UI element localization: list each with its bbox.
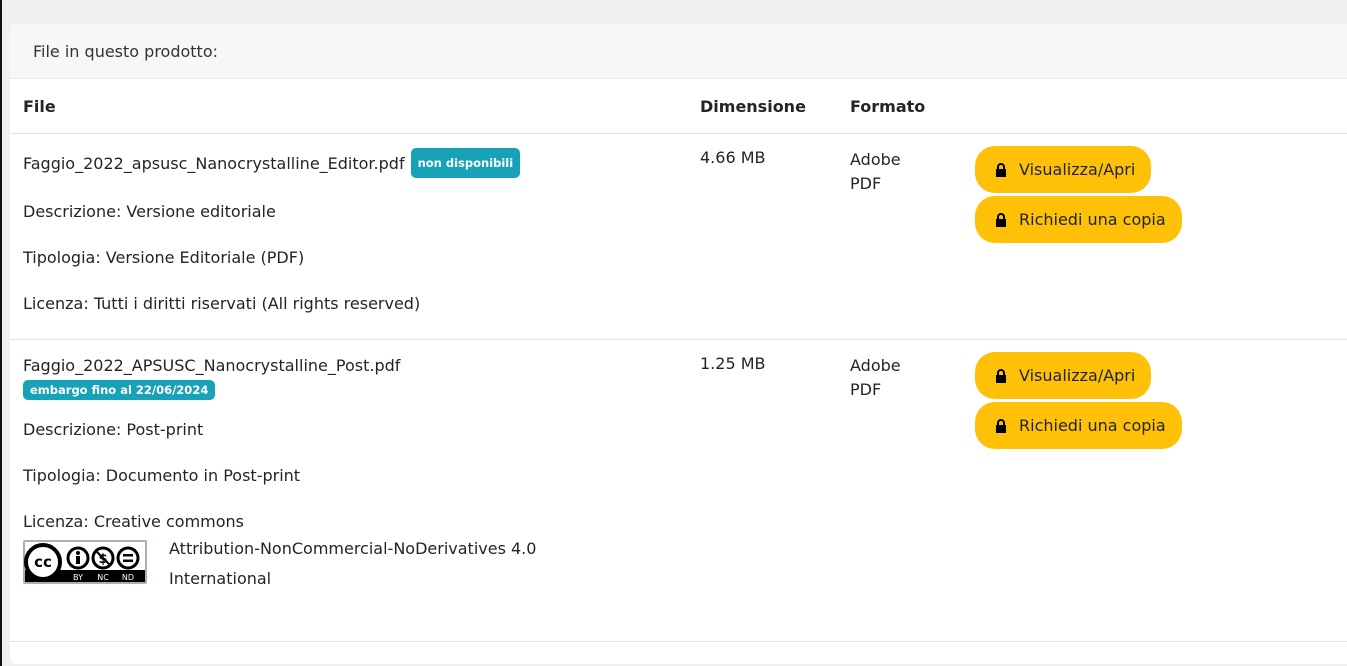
svg-text:cc: cc <box>34 553 52 571</box>
status-badge: embargo fino al 22/06/2024 <box>23 380 216 400</box>
format-cell: Adobe PDF <box>850 133 975 340</box>
file-license: Licenza: Tutti i diritti riservati (All … <box>23 294 421 313</box>
cc-license: cc $ BY NC ND Attribution-NonCommercial-… <box>23 534 700 594</box>
request-copy-label: Richiedi una copia <box>1019 210 1166 229</box>
format-cell: Adobe PDF <box>850 339 975 642</box>
cc-by-nc-nd-icon[interactable]: cc $ BY NC ND <box>23 540 147 584</box>
size-cell: 1.25 MB <box>700 339 850 642</box>
panel-header-text: File in questo prodotto: <box>33 41 218 61</box>
view-open-label: Visualizza/Apri <box>1019 160 1136 179</box>
request-copy-button[interactable]: Richiedi una copia <box>975 196 1182 243</box>
file-name: Faggio_2022_apsusc_Nanocrystalline_Edito… <box>23 154 405 173</box>
file-type: Tipologia: Documento in Post-print <box>23 466 301 485</box>
header-size: Dimensione <box>700 79 850 134</box>
file-cell: Faggio_2022_apsusc_Nanocrystalline_Edito… <box>10 133 700 340</box>
file-type: Tipologia: Versione Editoriale (PDF) <box>23 248 305 267</box>
file-cell: Faggio_2022_APSUSC_Nanocrystalline_Post.… <box>10 339 700 642</box>
format-line-2: PDF <box>850 380 882 399</box>
file-license: Licenza: Creative commons <box>23 512 245 531</box>
header-actions <box>975 79 1347 134</box>
actions-cell: Visualizza/Apri Richiedi una copia <box>975 133 1347 340</box>
lock-icon <box>996 212 1006 227</box>
file-name: Faggio_2022_APSUSC_Nanocrystalline_Post.… <box>23 356 401 375</box>
lock-icon <box>996 368 1006 383</box>
size-cell: 4.66 MB <box>700 133 850 340</box>
table-row: Faggio_2022_apsusc_Nanocrystalline_Edito… <box>10 133 1347 340</box>
cc-nc-label: NC <box>97 573 109 582</box>
view-open-label: Visualizza/Apri <box>1019 366 1136 385</box>
actions-cell: Visualizza/Apri Richiedi una copia <box>975 339 1347 642</box>
file-size: 1.25 MB <box>700 354 766 373</box>
request-copy-button[interactable]: Richiedi una copia <box>975 402 1182 449</box>
cc-nd-label: ND <box>122 573 134 582</box>
files-panel: File in questo prodotto: File Dimensione… <box>10 24 1347 664</box>
window-left-border <box>0 0 2 666</box>
file-description: Descrizione: Versione editoriale <box>23 202 276 221</box>
file-description: Descrizione: Post-print <box>23 420 204 439</box>
cc-license-link[interactable]: Attribution-NonCommercial-NoDerivatives … <box>169 534 536 594</box>
cc-by-label: BY <box>73 573 83 582</box>
format-line-1: Adobe <box>850 150 901 169</box>
table-header-row: File Dimensione Formato <box>10 79 1347 134</box>
header-format: Formato <box>850 79 975 134</box>
cc-license-line-1: Attribution-NonCommercial-NoDerivatives … <box>169 539 537 558</box>
format-line-1: Adobe <box>850 356 901 375</box>
status-badge: non disponibili <box>410 148 521 178</box>
view-open-button[interactable]: Visualizza/Apri <box>975 352 1152 399</box>
file-name-line: Faggio_2022_apsusc_Nanocrystalline_Edito… <box>23 148 700 178</box>
request-copy-label: Richiedi una copia <box>1019 416 1166 435</box>
lock-icon <box>996 418 1006 433</box>
file-size: 4.66 MB <box>700 148 766 167</box>
cc-license-line-2: International <box>169 569 272 588</box>
header-file: File <box>10 79 700 134</box>
lock-icon <box>996 162 1006 177</box>
format-line-2: PDF <box>850 174 882 193</box>
panel-header: File in questo prodotto: <box>10 24 1347 79</box>
files-table: File Dimensione Formato Faggio_2022_apsu… <box>10 79 1347 642</box>
table-row: Faggio_2022_APSUSC_Nanocrystalline_Post.… <box>10 339 1347 642</box>
view-open-button[interactable]: Visualizza/Apri <box>975 146 1152 193</box>
